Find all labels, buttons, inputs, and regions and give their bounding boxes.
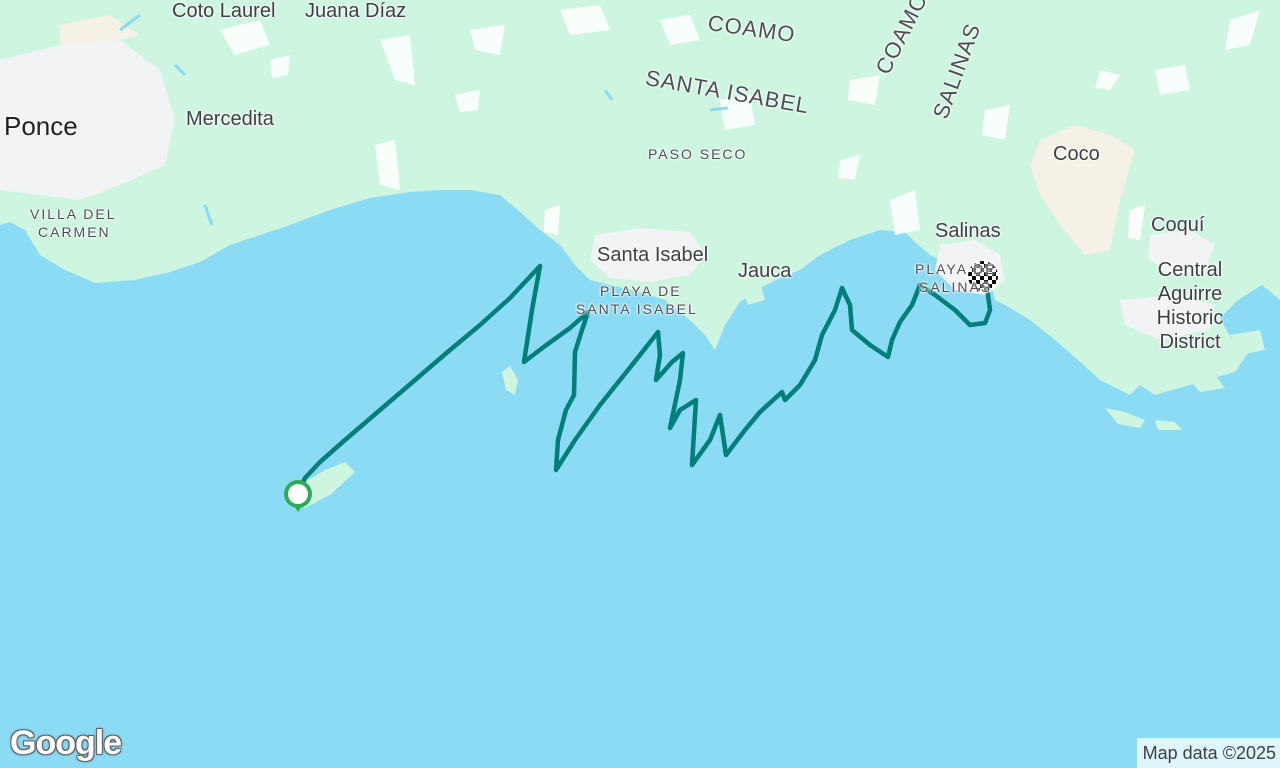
label-villa-del-carmen-line1: VILLA DEL [30, 206, 117, 222]
label-paso-seco: PASO SECO [648, 146, 748, 162]
label-playa-de-salinas-line2: SALINAS [919, 279, 993, 295]
google-logo: Google [10, 724, 122, 762]
label-ponce: Ponce [4, 111, 78, 141]
label-playa-de-santa-isabel-line2: SANTA ISABEL [576, 301, 698, 317]
label-playa-de-santa-isabel-line1: PLAYA DE [600, 283, 682, 299]
label-coco: Coco [1053, 143, 1100, 165]
label-mercedita: Mercedita [186, 108, 274, 130]
label-juana-diaz: Juana Díaz [305, 0, 407, 22]
label-salinas-town: Salinas [935, 220, 1001, 242]
label-coqui: Coquí [1151, 214, 1205, 236]
label-santa-isabel-town: Santa Isabel [597, 244, 709, 266]
label-villa-del-carmen-line2: CARMEN [38, 224, 111, 240]
map-attribution[interactable]: Map data ©2025 [1136, 738, 1280, 768]
label-playa-de-salinas-line1: PLAYA DE [915, 261, 997, 277]
label-jauca: Jauca [738, 260, 792, 282]
label-central-aguirre: Central Aguirre Historic District [1156, 259, 1224, 353]
label-coto-laurel: Coto Laurel [172, 0, 276, 22]
